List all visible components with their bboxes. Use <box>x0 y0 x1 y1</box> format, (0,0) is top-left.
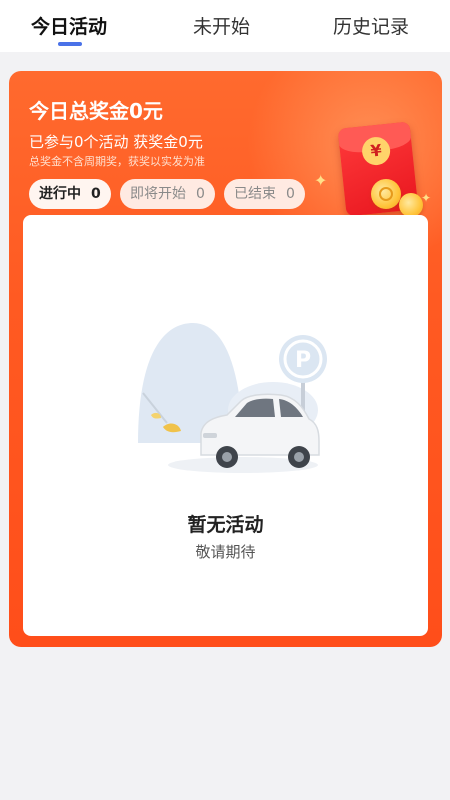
empty-state-title: 暂无活动 <box>187 514 264 536</box>
sign-letter: P <box>295 348 311 373</box>
chip-count: 0 <box>91 186 101 202</box>
sparkle-icon: ✦ <box>314 171 328 190</box>
empty-state-subtitle: 敬请期待 <box>195 543 256 561</box>
chip-count: 0 <box>286 186 295 202</box>
total-bonus-title: 今日总奖金0元 <box>29 99 163 123</box>
chip-count: 0 <box>196 186 205 202</box>
gold-coin-icon <box>399 193 423 217</box>
daily-bonus-card: 今日总奖金0元 已参与0个活动 获奖金0元 总奖金不含周期奖，获奖以实发为准 ✦… <box>9 71 442 647</box>
tab-history[interactable]: 历史记录 <box>333 12 409 39</box>
parked-car-illustration: P <box>138 323 327 473</box>
active-tab-indicator <box>58 42 82 46</box>
chip-label: 即将开始 <box>130 186 186 202</box>
tab-not-started[interactable]: 未开始 <box>193 12 250 39</box>
gold-coin-icon <box>371 179 401 209</box>
activity-list-panel: P 暂无活动 敬请期待 <box>23 215 428 636</box>
bonus-disclaimer: 总奖金不含周期奖，获奖以实发为准 <box>29 155 205 168</box>
activities-page: 今日活动 未开始 历史记录 今日总奖金0元 已参与0个活动 获奖金0元 总奖金不… <box>0 0 450 800</box>
chip-upcoming[interactable]: 即将开始 0 <box>120 179 215 209</box>
top-tab-bar: 今日活动 未开始 历史记录 <box>0 0 450 52</box>
chip-in-progress[interactable]: 进行中 0 <box>29 179 111 209</box>
chip-label: 进行中 <box>39 186 81 202</box>
participation-summary: 已参与0个活动 获奖金0元 <box>29 133 203 151</box>
chip-label: 已结束 <box>234 186 276 202</box>
tab-today-activities[interactable]: 今日活动 <box>31 12 107 39</box>
chip-ended[interactable]: 已结束 0 <box>224 179 305 209</box>
